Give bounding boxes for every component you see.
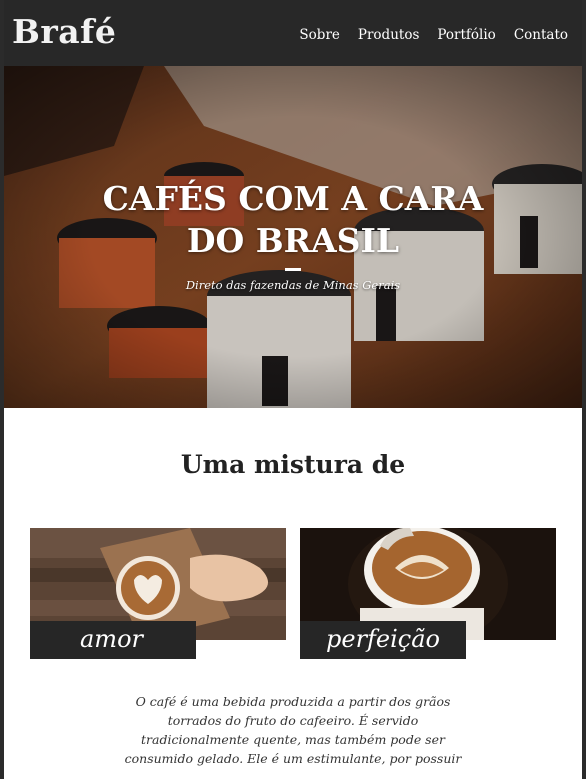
card-label-perfeicao: perfeição [300, 621, 466, 659]
nav-link-portfolio[interactable]: Portfólio [437, 27, 495, 43]
section-body-text: O café é uma bebida produzida a partir d… [124, 694, 462, 766]
hero-title: CAFÉS COM A CARA DO BRASIL [4, 178, 582, 262]
hero-divider [285, 268, 301, 271]
card-label-perfeicao-text: perfeição [326, 625, 440, 653]
section-title: Uma mistura de [180, 450, 406, 479]
hero-title-line1: CAFÉS COM A CARA [102, 179, 484, 218]
page: Brafé Sobre Produtos Portfólio Contato C… [4, 0, 582, 779]
main-nav: Sobre Produtos Portfólio Contato [299, 27, 568, 43]
nav-link-contato[interactable]: Contato [514, 27, 568, 43]
card-label-amor: amor [30, 621, 196, 659]
nav-link-sobre[interactable]: Sobre [299, 27, 339, 43]
hero-subtitle: Direto das fazendas de Minas Gerais [185, 278, 401, 292]
hero-banner: CAFÉS COM A CARA DO BRASIL Direto das fa… [4, 66, 582, 408]
hero-title-line2: DO BRASIL [186, 221, 400, 260]
nav-link-produtos[interactable]: Produtos [358, 27, 419, 43]
brand-logo[interactable]: Brafé [12, 12, 116, 51]
site-header: Brafé Sobre Produtos Portfólio Contato [4, 0, 582, 66]
card-label-amor-text: amor [80, 625, 143, 653]
